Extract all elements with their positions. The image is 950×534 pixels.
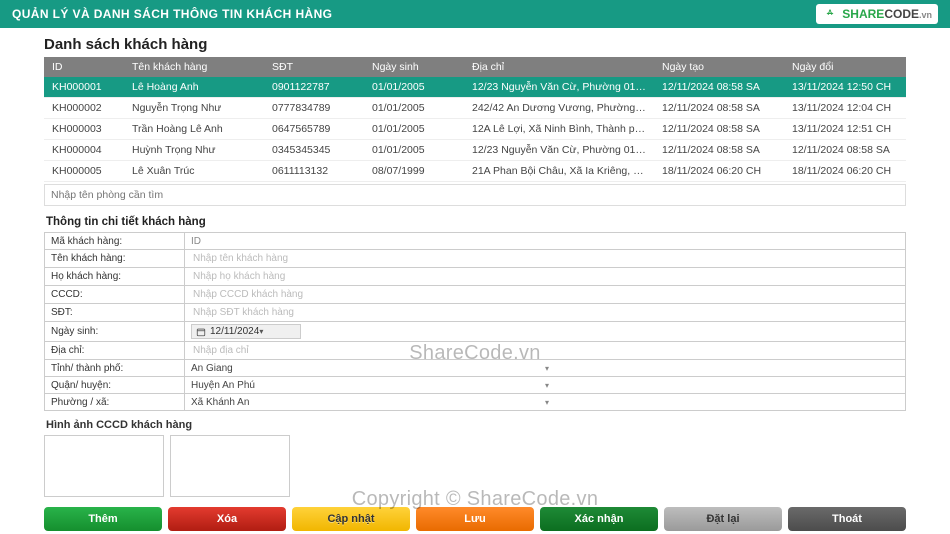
table-row[interactable]: KH000002Nguyễn Trọng Như077783478901/01/… [44, 98, 906, 119]
cell-created: 12/11/2024 08:58 SA [654, 98, 784, 119]
column-header[interactable]: Ngày đổi [784, 57, 906, 77]
column-header[interactable]: ID [44, 57, 124, 77]
cell-phone: 0647565789 [264, 119, 364, 140]
column-header[interactable]: SĐT [264, 57, 364, 77]
dob-value: 12/11/2024 [210, 326, 259, 337]
cell-dob: 08/07/1999 [364, 161, 464, 182]
customer-table[interactable]: IDTên khách hàngSĐTNgày sinhĐịa chỉNgày … [44, 57, 906, 182]
column-header[interactable]: Địa chỉ [464, 57, 654, 77]
label-province: Tỉnh/ thành phố: [45, 360, 185, 377]
chevron-down-icon: ▾ [545, 364, 899, 373]
select-province[interactable]: An Giang▾ [191, 363, 899, 374]
detail-form: Mã khách hàng: ID Tên khách hàng: Họ khá… [44, 232, 906, 411]
chevron-down-icon: ▾ [259, 327, 296, 336]
cell-phone: 0777834789 [264, 98, 364, 119]
label-surname: Họ khách hàng: [45, 268, 185, 286]
app-header: QUẢN LÝ VÀ DANH SÁCH THÔNG TIN KHÁCH HÀN… [0, 0, 950, 28]
cell-addr: 21A Phan Bội Châu, Xã Ia Kriêng, Hu... [464, 161, 654, 182]
reset-button[interactable]: Đặt lại [664, 507, 782, 531]
chevron-down-icon: ▾ [545, 398, 899, 407]
logo-text: SHARECODE.vn [842, 7, 932, 21]
cell-created: 18/11/2024 06:20 CH [654, 161, 784, 182]
cell-addr: 242/42 An Dương Vương, Phường 1... [464, 98, 654, 119]
cell-phone: 0345345345 [264, 140, 364, 161]
label-address: Địa chỉ: [45, 342, 185, 360]
date-picker-dob[interactable]: 12/11/2024 ▾ [191, 324, 301, 339]
cell-addr: 12/23 Nguyễn Văn Cừ, Phường 01, ... [464, 140, 654, 161]
cell-updated: 13/11/2024 12:51 CH [784, 119, 906, 140]
cell-phone: 0901122787 [264, 77, 364, 98]
action-button-row: Thêm Xóa Cập nhật Lưu Xác nhận Đặt lại T… [44, 507, 906, 531]
cell-id: KH000003 [44, 119, 124, 140]
cell-name: Huỳnh Trọng Như [124, 140, 264, 161]
cell-addr: 12A Lê Lợi, Xã Ninh Bình, Thành phố... [464, 119, 654, 140]
cell-dob: 01/01/2005 [364, 98, 464, 119]
exit-button[interactable]: Thoát [788, 507, 906, 531]
cell-phone: 0611113132 [264, 161, 364, 182]
cell-id: KH000002 [44, 98, 124, 119]
confirm-button[interactable]: Xác nhận [540, 507, 658, 531]
label-district: Quận/ huyện: [45, 377, 185, 394]
cell-created: 12/11/2024 08:58 SA [654, 77, 784, 98]
cell-addr: 12/23 Nguyễn Văn Cừ, Phường 01, ... [464, 77, 654, 98]
recycle-icon [822, 6, 838, 22]
cell-name: Trần Hoàng Lê Anh [124, 119, 264, 140]
input-phone[interactable] [191, 306, 899, 319]
header-title: QUẢN LÝ VÀ DANH SÁCH THÔNG TIN KHÁCH HÀN… [12, 7, 332, 21]
calendar-icon [196, 327, 206, 337]
cccd-image-front[interactable] [44, 435, 164, 497]
cell-updated: 18/11/2024 06:20 CH [784, 161, 906, 182]
label-dob: Ngày sinh: [45, 322, 185, 342]
label-id: Mã khách hàng: [45, 233, 185, 250]
cell-id: KH000001 [44, 77, 124, 98]
cccd-image-back[interactable] [170, 435, 290, 497]
add-button[interactable]: Thêm [44, 507, 162, 531]
input-surname[interactable] [191, 270, 899, 283]
select-district[interactable]: Huyện An Phú▾ [191, 380, 899, 391]
input-address[interactable] [191, 344, 899, 357]
cell-created: 12/11/2024 08:58 SA [654, 140, 784, 161]
cccd-image-title: Hình ảnh CCCD khách hàng [46, 419, 906, 431]
label-phone: SĐT: [45, 304, 185, 322]
brand-logo: SHARECODE.vn [816, 4, 938, 24]
input-name[interactable] [191, 252, 899, 265]
cell-updated: 13/11/2024 12:50 CH [784, 77, 906, 98]
column-header[interactable]: Ngày sinh [364, 57, 464, 77]
cell-id: KH000005 [44, 161, 124, 182]
cell-name: Lê Xuân Trúc [124, 161, 264, 182]
label-ward: Phường / xã: [45, 394, 185, 411]
column-header[interactable]: Ngày tạo [654, 57, 784, 77]
cccd-image-row [44, 435, 906, 497]
cell-updated: 13/11/2024 12:04 CH [784, 98, 906, 119]
save-button[interactable]: Lưu [416, 507, 534, 531]
label-name: Tên khách hàng: [45, 250, 185, 268]
delete-button[interactable]: Xóa [168, 507, 286, 531]
cell-updated: 12/11/2024 08:58 SA [784, 140, 906, 161]
table-row[interactable]: KH000001Lê Hoàng Anh090112278701/01/2005… [44, 77, 906, 98]
detail-section-title: Thông tin chi tiết khách hàng [46, 216, 906, 228]
update-button[interactable]: Cập nhật [292, 507, 410, 531]
cell-name: Nguyễn Trọng Như [124, 98, 264, 119]
field-id: ID [191, 236, 201, 247]
cell-name: Lê Hoàng Anh [124, 77, 264, 98]
cell-created: 12/11/2024 08:58 SA [654, 119, 784, 140]
cell-id: KH000004 [44, 140, 124, 161]
room-search-input[interactable] [44, 184, 906, 206]
chevron-down-icon: ▾ [545, 381, 899, 390]
table-row[interactable]: KH000004Huỳnh Trọng Như034534534501/01/2… [44, 140, 906, 161]
cell-dob: 01/01/2005 [364, 140, 464, 161]
cell-dob: 01/01/2005 [364, 77, 464, 98]
cell-dob: 01/01/2005 [364, 119, 464, 140]
table-row[interactable]: KH000005Lê Xuân Trúc061111313208/07/1999… [44, 161, 906, 182]
page-title: Danh sách khách hàng [44, 36, 906, 53]
label-cccd: CCCD: [45, 286, 185, 304]
table-row[interactable]: KH000003Trần Hoàng Lê Anh064756578901/01… [44, 119, 906, 140]
select-ward[interactable]: Xã Khánh An▾ [191, 397, 899, 408]
main-content: Danh sách khách hàng IDTên khách hàngSĐT… [0, 28, 950, 534]
column-header[interactable]: Tên khách hàng [124, 57, 264, 77]
input-cccd[interactable] [191, 288, 899, 301]
